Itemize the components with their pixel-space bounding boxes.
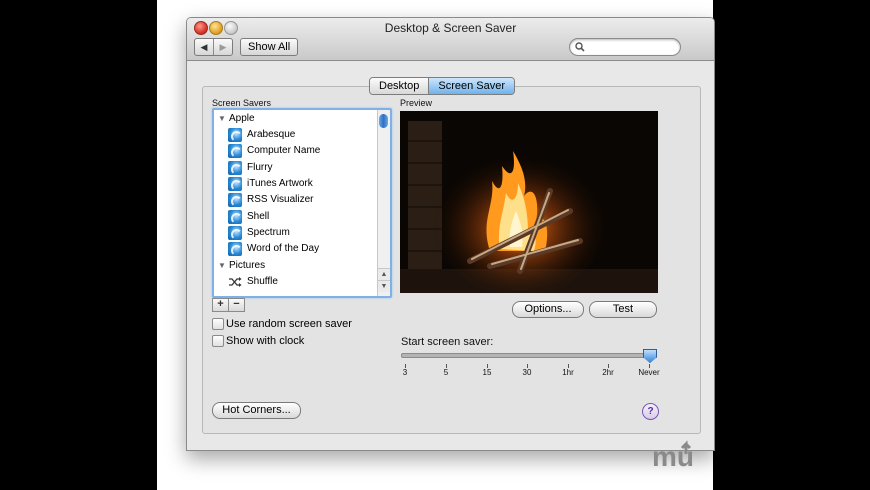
search-input[interactable] <box>589 40 673 53</box>
options-button[interactable]: Options... <box>512 301 584 318</box>
slider-tick-label: 1hr <box>562 368 574 377</box>
start-screen-saver-label: Start screen saver: <box>401 336 494 348</box>
slider-tick-label: 30 <box>522 368 532 377</box>
slider-tick-label: 3 <box>402 368 408 377</box>
screensaver-icon <box>228 210 242 224</box>
checkbox-box[interactable] <box>212 335 224 347</box>
screen-saver-preview <box>400 111 658 293</box>
slider-tick-label: 15 <box>482 368 492 377</box>
slider-tick-label: 5 <box>443 368 449 377</box>
screen-savers-heading: Screen Savers <box>212 98 272 108</box>
start-slider-track[interactable] <box>401 353 655 358</box>
preferences-window: Desktop & Screen Saver ◀ ▶ Show All Desk… <box>186 17 715 451</box>
tab-bar: Desktop Screen Saver <box>369 77 516 95</box>
screensaver-icon <box>228 161 242 175</box>
test-button[interactable]: Test <box>589 301 657 318</box>
titlebar: Desktop & Screen Saver ◀ ▶ Show All <box>187 18 714 61</box>
checkbox-box[interactable] <box>212 318 224 330</box>
slider-tick-label: 2hr <box>602 368 614 377</box>
scroll-up-arrow-icon[interactable]: ▲ <box>378 268 390 280</box>
screensaver-icon <box>228 242 242 256</box>
fireplace-image <box>400 111 658 293</box>
search-field[interactable] <box>569 38 681 56</box>
list-scrollbar[interactable]: ▲ ▼ <box>377 110 390 296</box>
shuffle-icon <box>229 277 242 287</box>
screen-saver-list[interactable]: ▼ Apple Arabesque Computer Name Flurry i… <box>212 108 392 298</box>
tab-desktop[interactable]: Desktop <box>370 78 429 94</box>
tab-screen-saver[interactable]: Screen Saver <box>428 78 515 94</box>
screensaver-icon <box>228 193 242 207</box>
scroll-down-arrow-icon[interactable]: ▼ <box>378 280 390 292</box>
screensaver-icon <box>228 226 242 240</box>
screensaver-icon <box>228 177 242 191</box>
slider-tick-label: Never <box>638 368 660 377</box>
disclosure-triangle-icon[interactable]: ▼ <box>218 258 226 274</box>
forward-button[interactable]: ▶ <box>213 39 232 55</box>
add-button[interactable]: + <box>213 299 228 311</box>
screensaver-icon <box>228 128 242 142</box>
remove-button[interactable]: − <box>228 299 244 311</box>
nav-segment: ◀ ▶ <box>194 38 233 56</box>
back-button[interactable]: ◀ <box>195 39 213 55</box>
search-icon <box>575 42 585 52</box>
add-remove-control: + − <box>212 298 245 312</box>
disclosure-triangle-icon[interactable]: ▼ <box>218 111 226 127</box>
window-title: Desktop & Screen Saver <box>384 21 517 35</box>
hot-corners-button[interactable]: Hot Corners... <box>212 402 301 419</box>
show-all-button[interactable]: Show All <box>240 38 299 56</box>
screensaver-icon <box>228 144 242 158</box>
preview-heading: Preview <box>400 98 433 108</box>
help-button[interactable]: ? <box>642 403 659 420</box>
mu-logo-icon: mu <box>652 440 694 470</box>
scroll-thumb[interactable] <box>379 114 388 128</box>
